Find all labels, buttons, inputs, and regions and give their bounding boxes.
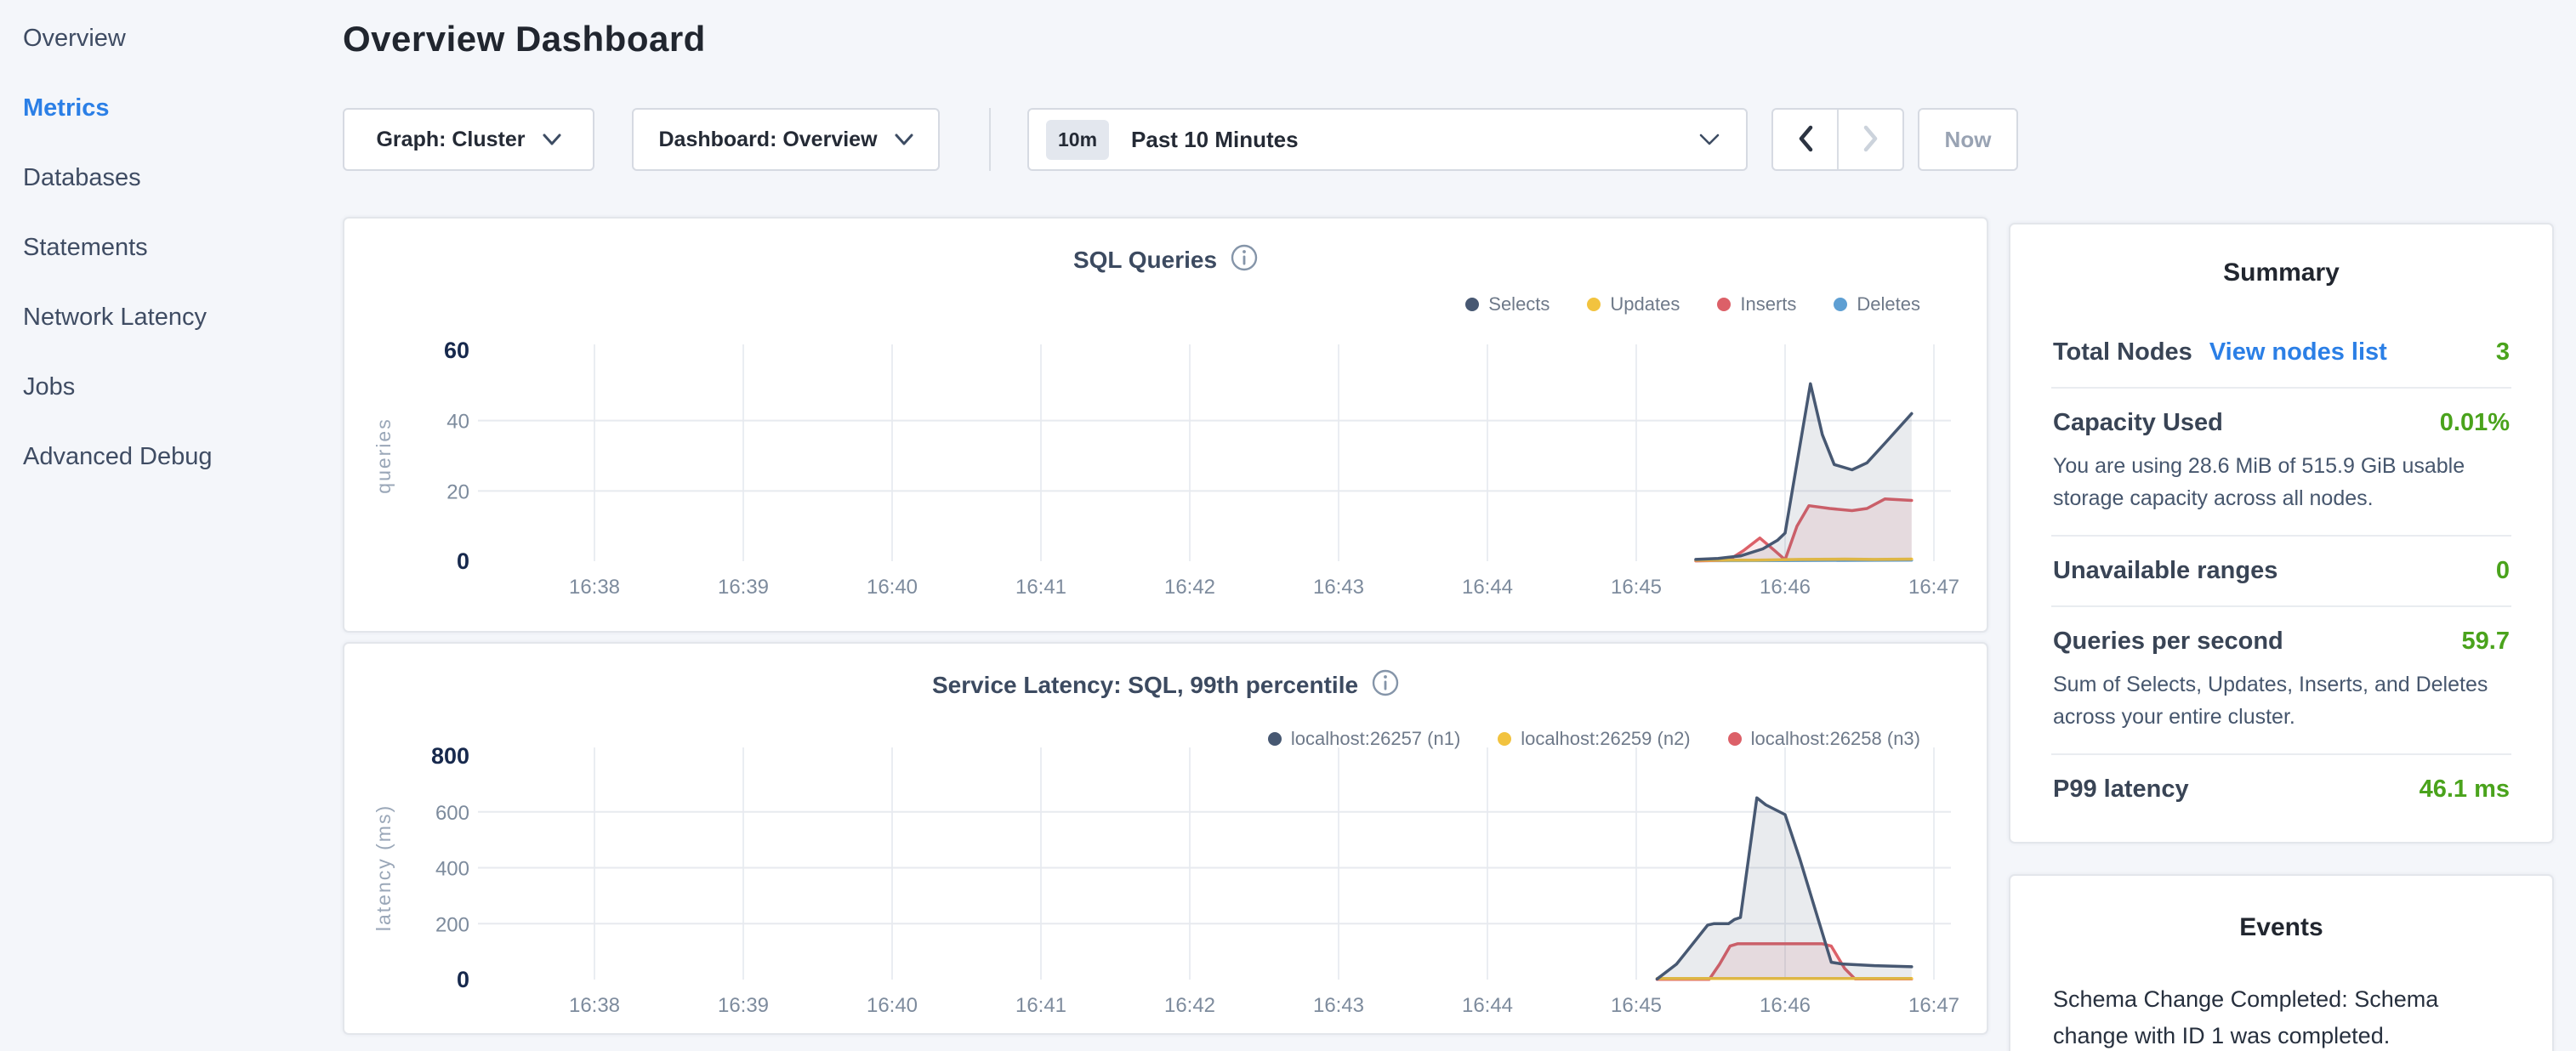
y-tick-label: 0 <box>457 967 469 992</box>
x-tick-label: 16:44 <box>1462 576 1513 599</box>
time-next-button[interactable] <box>1839 110 1902 169</box>
sidebar-item-jobs[interactable]: Jobs <box>0 352 340 422</box>
service-latency-chart-panel: Service Latency: SQL, 99th percentile lo… <box>343 642 1988 1035</box>
chevron-right-icon <box>1862 125 1879 155</box>
summary-row-capacity-used: Capacity Used 0.01% You are using 28.6 MiB… <box>2010 389 2552 535</box>
y-axis-label: queries <box>372 418 395 493</box>
x-tick-label: 16:46 <box>1760 576 1811 599</box>
y-tick-label: 400 <box>435 858 469 881</box>
now-button[interactable]: Now <box>1918 108 2018 171</box>
summary-label: Total Nodes <box>2053 338 2192 366</box>
view-nodes-list-link[interactable]: View nodes list <box>2209 338 2387 366</box>
sidebar: OverviewMetricsDatabasesStatementsNetwor… <box>0 0 340 491</box>
chart-title-row: Service Latency: SQL, 99th percentile <box>344 669 1987 701</box>
y-tick-label: 20 <box>446 480 469 503</box>
events-list: Schema Change Completed: Schema change w… <box>2010 942 2552 1051</box>
x-tick-label: 16:43 <box>1313 576 1364 599</box>
chart-title: Service Latency: SQL, 99th percentile <box>932 672 1358 699</box>
summary-row-total-nodes: Total Nodes View nodes list 3 <box>2010 318 2552 387</box>
legend-dot-icon <box>1834 298 1847 311</box>
x-tick-label: 16:39 <box>718 576 769 599</box>
sql-queries-chart-panel: SQL Queries SelectsUpdatesInsertsDeletes… <box>343 217 1988 633</box>
y-tick-label: 800 <box>431 743 469 769</box>
x-tick-label: 16:42 <box>1164 576 1215 599</box>
summary-value: 0 <box>2496 557 2510 585</box>
summary-subtext: Sum of Selects, Updates, Inserts, and De… <box>2053 669 2510 733</box>
x-tick-label: 16:46 <box>1760 994 1811 1017</box>
graph-dropdown[interactable]: Graph: Cluster <box>343 108 594 171</box>
x-tick-label: 16:39 <box>718 994 769 1017</box>
y-tick-label: 40 <box>446 411 469 434</box>
graph-dropdown-label: Graph: Cluster <box>376 128 525 152</box>
x-tick-label: 16:40 <box>867 994 918 1017</box>
dashboard-dropdown-label: Dashboard: Overview <box>658 128 877 152</box>
x-tick-label: 16:42 <box>1164 994 1215 1017</box>
chart-title-row: SQL Queries <box>344 244 1987 276</box>
chevron-down-icon <box>543 128 561 152</box>
service-latency-chart: 16:38 16:39 16:40 16:41 16:42 16:43 16:44 16:45… <box>361 737 1977 1037</box>
summary-label: Capacity Used <box>2053 409 2223 437</box>
sidebar-item-overview[interactable]: Overview <box>0 3 340 73</box>
events-title: Events <box>2010 876 2552 942</box>
y-tick-label: 60 <box>444 338 469 363</box>
x-tick-label: 16:45 <box>1611 576 1662 599</box>
summary-value: 3 <box>2496 338 2510 366</box>
x-tick-label: 16:41 <box>1015 576 1066 599</box>
summary-value: 0.01% <box>2440 409 2510 437</box>
summary-label: Queries per second <box>2053 628 2283 656</box>
controls-bar: Graph: Cluster Dashboard: Overview 10m P… <box>0 108 2576 171</box>
info-icon[interactable] <box>1372 669 1399 701</box>
sidebar-item-advanced-debug[interactable]: Advanced Debug <box>0 422 340 491</box>
x-tick-label: 16:38 <box>569 576 620 599</box>
sidebar-item-statements[interactable]: Statements <box>0 213 340 282</box>
sidebar-item-network-latency[interactable]: Network Latency <box>0 282 340 352</box>
y-axis-label: latency (ms) <box>372 804 395 931</box>
x-tick-label: 16:43 <box>1313 994 1364 1017</box>
summary-value: 59.7 <box>2462 628 2510 656</box>
chart-title: SQL Queries <box>1073 247 1217 274</box>
time-range-dropdown[interactable]: 10m Past 10 Minutes <box>1027 108 1748 171</box>
y-tick-label: 200 <box>435 913 469 936</box>
sql-queries-chart: 16:38 16:39 16:40 16:41 16:42 16:43 16:44 16:45… <box>361 312 1977 605</box>
summary-value: 46.1 ms <box>2420 775 2510 804</box>
page-title: Overview Dashboard <box>343 19 706 60</box>
chevron-left-icon <box>1797 125 1814 155</box>
controls-divider <box>989 108 991 171</box>
events-panel: Events Schema Change Completed: Schema c… <box>2009 874 2554 1051</box>
legend-dot-icon <box>1717 298 1731 311</box>
time-range-badge: 10m <box>1046 120 1109 160</box>
x-tick-label: 16:44 <box>1462 994 1513 1017</box>
info-icon[interactable] <box>1231 244 1258 276</box>
x-tick-label: 16:38 <box>569 994 620 1017</box>
dashboard-dropdown[interactable]: Dashboard: Overview <box>632 108 940 171</box>
x-tick-label: 16:45 <box>1611 994 1662 1017</box>
summary-label: P99 latency <box>2053 775 2189 804</box>
summary-subtext: You are using 28.6 MiB of 515.9 GiB usab… <box>2053 451 2510 514</box>
event-item: Schema Change Completed: Schema change w… <box>2010 942 2552 1051</box>
summary-row-p99-latency: P99 latency 46.1 ms <box>2010 755 2552 824</box>
x-tick-label: 16:41 <box>1015 994 1066 1017</box>
time-prev-button[interactable] <box>1773 110 1837 169</box>
y-tick-label: 600 <box>435 802 469 825</box>
summary-rows: Total Nodes View nodes list 3 Capacity Used… <box>2010 318 2552 824</box>
summary-row-queries-per-second: Queries per second 59.7 Sum of Selects, Up… <box>2010 607 2552 753</box>
summary-panel: Summary Total Nodes View nodes list 3 Capac… <box>2009 223 2554 844</box>
summary-title: Summary <box>2010 224 2552 287</box>
x-tick-label: 16:47 <box>1908 994 1959 1017</box>
summary-label: Unavailable ranges <box>2053 557 2277 585</box>
legend-dot-icon <box>1465 298 1479 311</box>
chevron-down-icon <box>895 128 913 152</box>
time-range-label: Past 10 Minutes <box>1131 127 1299 153</box>
y-tick-label: 0 <box>457 548 469 574</box>
x-tick-label: 16:40 <box>867 576 918 599</box>
event-message: Schema Change Completed: Schema change w… <box>2053 981 2470 1051</box>
chevron-down-icon <box>1698 128 1720 152</box>
summary-row-unavailable-ranges: Unavailable ranges 0 <box>2010 537 2552 605</box>
legend-dot-icon <box>1587 298 1601 311</box>
x-tick-label: 16:47 <box>1908 576 1959 599</box>
time-step-group <box>1771 108 1904 171</box>
